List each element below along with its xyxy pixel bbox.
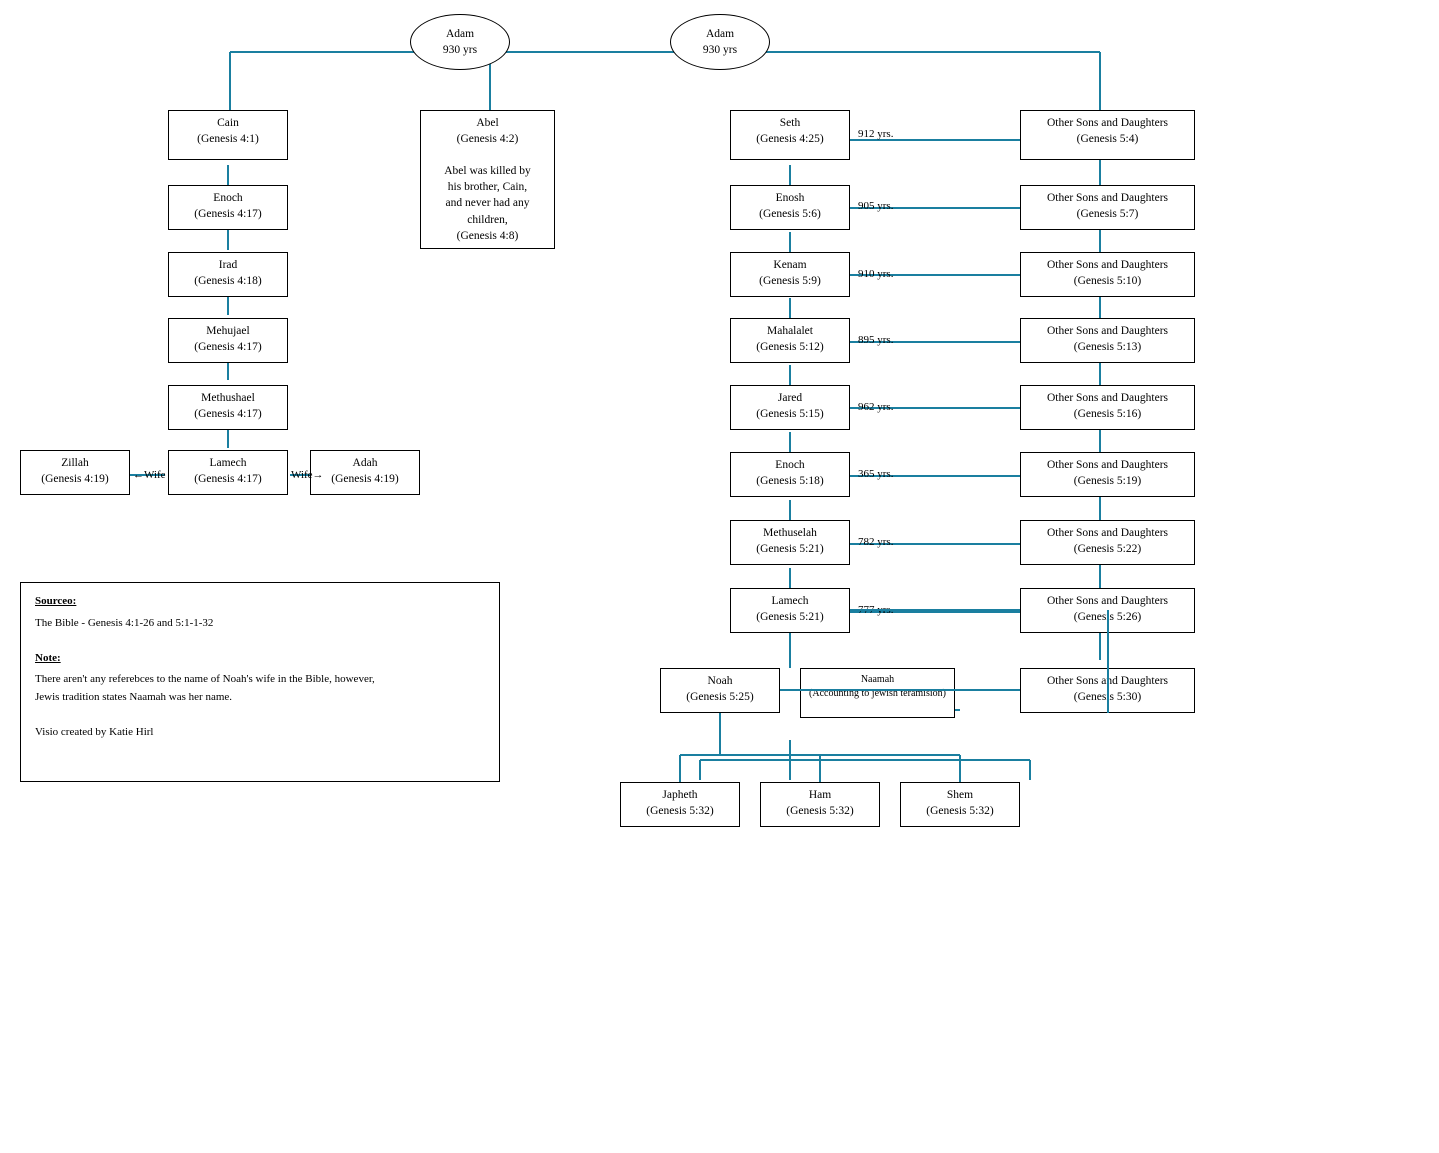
adam-right-node: Adam930 yrs — [670, 14, 770, 70]
other-sons-mahalalet-label: Other Sons and Daughters(Genesis 5:13) — [1047, 325, 1168, 353]
irad-node: Irad(Genesis 4:18) — [168, 252, 288, 297]
source-text: The Bible - Genesis 4:1-26 and 5:1-1-32 — [35, 615, 485, 633]
other-sons-kenam-label: Other Sons and Daughters(Genesis 5:10) — [1047, 259, 1168, 287]
wife-left-label: ←Wife — [133, 469, 166, 481]
methushael-label: Methushael(Genesis 4:17) — [194, 392, 261, 420]
mehujael-label: Mehujael(Genesis 4:17) — [194, 325, 261, 353]
children-connectors — [0, 0, 1439, 1153]
note-text: There aren't any referebces to the name … — [35, 671, 485, 741]
naamah-label: Naamah(Accounting to jewish teramision) — [809, 674, 946, 699]
enoch-seth-node: Enoch(Genesis 5:18) — [730, 452, 850, 497]
shem-node: Shem(Genesis 5:32) — [900, 782, 1020, 827]
methuselah-label: Methuselah(Genesis 5:21) — [756, 527, 823, 555]
enoch-cain-label: Enoch(Genesis 4:17) — [194, 192, 261, 220]
other-sons-jared-node: Other Sons and Daughters(Genesis 5:16) — [1020, 385, 1195, 430]
adah-label: Adah(Genesis 4:19) — [331, 457, 398, 485]
seth-label: Seth(Genesis 4:25) — [756, 117, 823, 145]
cain-label: Cain(Genesis 4:1) — [197, 117, 259, 145]
noah-node: Noah(Genesis 5:25) — [660, 668, 780, 713]
methushael-node: Methushael(Genesis 4:17) — [168, 385, 288, 430]
other-sons-jared-label: Other Sons and Daughters(Genesis 5:16) — [1047, 392, 1168, 420]
enoch-seth-label: Enoch(Genesis 5:18) — [756, 459, 823, 487]
noah-label: Noah(Genesis 5:25) — [686, 675, 753, 703]
jared-node: Jared(Genesis 5:15) — [730, 385, 850, 430]
other-sons-enosh-label: Other Sons and Daughters(Genesis 5:7) — [1047, 192, 1168, 220]
kenam-label: Kenam(Genesis 5:9) — [759, 259, 821, 287]
adam-left-label: Adam930 yrs — [443, 26, 477, 58]
lamech-seth-label: Lamech(Genesis 5:21) — [756, 595, 823, 623]
kenam-age: 910 yrs. — [858, 268, 893, 280]
connectors-svg — [0, 0, 1439, 1153]
other-sons-methuselah-node: Other Sons and Daughters(Genesis 5:22) — [1020, 520, 1195, 565]
zillah-label: Zillah(Genesis 4:19) — [41, 457, 108, 485]
note-title: Note: — [35, 652, 61, 664]
abel-node: Abel(Genesis 4:2)Abel was killed byhis b… — [420, 110, 555, 249]
adah-node: Adah(Genesis 4:19) — [310, 450, 420, 495]
lamech-seth-age: 777 yrs. — [858, 604, 893, 616]
other-sons-enosh-node: Other Sons and Daughters(Genesis 5:7) — [1020, 185, 1195, 230]
naamah-node: Naamah(Accounting to jewish teramision) — [800, 668, 955, 718]
methuselah-node: Methuselah(Genesis 5:21) — [730, 520, 850, 565]
irad-label: Irad(Genesis 4:18) — [194, 259, 261, 287]
other-sons-lamech-node: Other Sons and Daughters(Genesis 5:26) — [1020, 588, 1195, 633]
other-sons-enoch-node: Other Sons and Daughters(Genesis 5:19) — [1020, 452, 1195, 497]
mahalalet-age: 895 yrs. — [858, 334, 893, 346]
lamech-cain-node: Lamech(Genesis 4:17) — [168, 450, 288, 495]
source-title: Sourceo: — [35, 595, 76, 607]
other-sons-noah-node: Other Sons and Daughters(Genesis 5:30) — [1020, 668, 1195, 713]
source-box: Sourceo: The Bible - Genesis 4:1-26 and … — [20, 582, 500, 782]
enoch-seth-age: 365 yrs. — [858, 468, 893, 480]
enosh-node: Enosh(Genesis 5:6) — [730, 185, 850, 230]
enosh-label: Enosh(Genesis 5:6) — [759, 192, 821, 220]
other-sons-kenam-node: Other Sons and Daughters(Genesis 5:10) — [1020, 252, 1195, 297]
seth-node: Seth(Genesis 4:25) — [730, 110, 850, 160]
seth-age: 912 yrs. — [858, 128, 893, 140]
lamech-cain-label: Lamech(Genesis 4:17) — [194, 457, 261, 485]
japheth-label: Japheth(Genesis 5:32) — [646, 789, 713, 817]
other-sons-noah-label: Other Sons and Daughters(Genesis 5:30) — [1047, 675, 1168, 703]
mehujael-node: Mehujael(Genesis 4:17) — [168, 318, 288, 363]
abel-label: Abel(Genesis 4:2)Abel was killed byhis b… — [444, 117, 531, 242]
shem-label: Shem(Genesis 5:32) — [926, 789, 993, 817]
jared-age: 962 yrs. — [858, 401, 893, 413]
wife-right-label: Wife→ — [291, 469, 324, 481]
mahalalet-node: Mahalalet(Genesis 5:12) — [730, 318, 850, 363]
enoch-cain-node: Enoch(Genesis 4:17) — [168, 185, 288, 230]
ham-label: Ham(Genesis 5:32) — [786, 789, 853, 817]
kenam-node: Kenam(Genesis 5:9) — [730, 252, 850, 297]
jared-label: Jared(Genesis 5:15) — [756, 392, 823, 420]
adam-left-node: Adam930 yrs — [410, 14, 510, 70]
zillah-node: Zillah(Genesis 4:19) — [20, 450, 130, 495]
diagram-container: Adam930 yrs Adam930 yrs Cain(Genesis 4:1… — [0, 0, 1439, 1153]
ham-node: Ham(Genesis 5:32) — [760, 782, 880, 827]
adam-right-label: Adam930 yrs — [703, 26, 737, 58]
other-sons-seth-label: Other Sons and Daughters(Genesis 5:4) — [1047, 117, 1168, 145]
methuselah-age: 782 yrs. — [858, 536, 893, 548]
japheth-node: Japheth(Genesis 5:32) — [620, 782, 740, 827]
mahalalet-label: Mahalalet(Genesis 5:12) — [756, 325, 823, 353]
cain-node: Cain(Genesis 4:1) — [168, 110, 288, 160]
enosh-age: 905 yrs. — [858, 200, 893, 212]
other-sons-lamech-label: Other Sons and Daughters(Genesis 5:26) — [1047, 595, 1168, 623]
other-sons-enoch-label: Other Sons and Daughters(Genesis 5:19) — [1047, 459, 1168, 487]
other-sons-methuselah-label: Other Sons and Daughters(Genesis 5:22) — [1047, 527, 1168, 555]
other-sons-seth-node: Other Sons and Daughters(Genesis 5:4) — [1020, 110, 1195, 160]
other-sons-mahalalet-node: Other Sons and Daughters(Genesis 5:13) — [1020, 318, 1195, 363]
lamech-seth-node: Lamech(Genesis 5:21) — [730, 588, 850, 633]
